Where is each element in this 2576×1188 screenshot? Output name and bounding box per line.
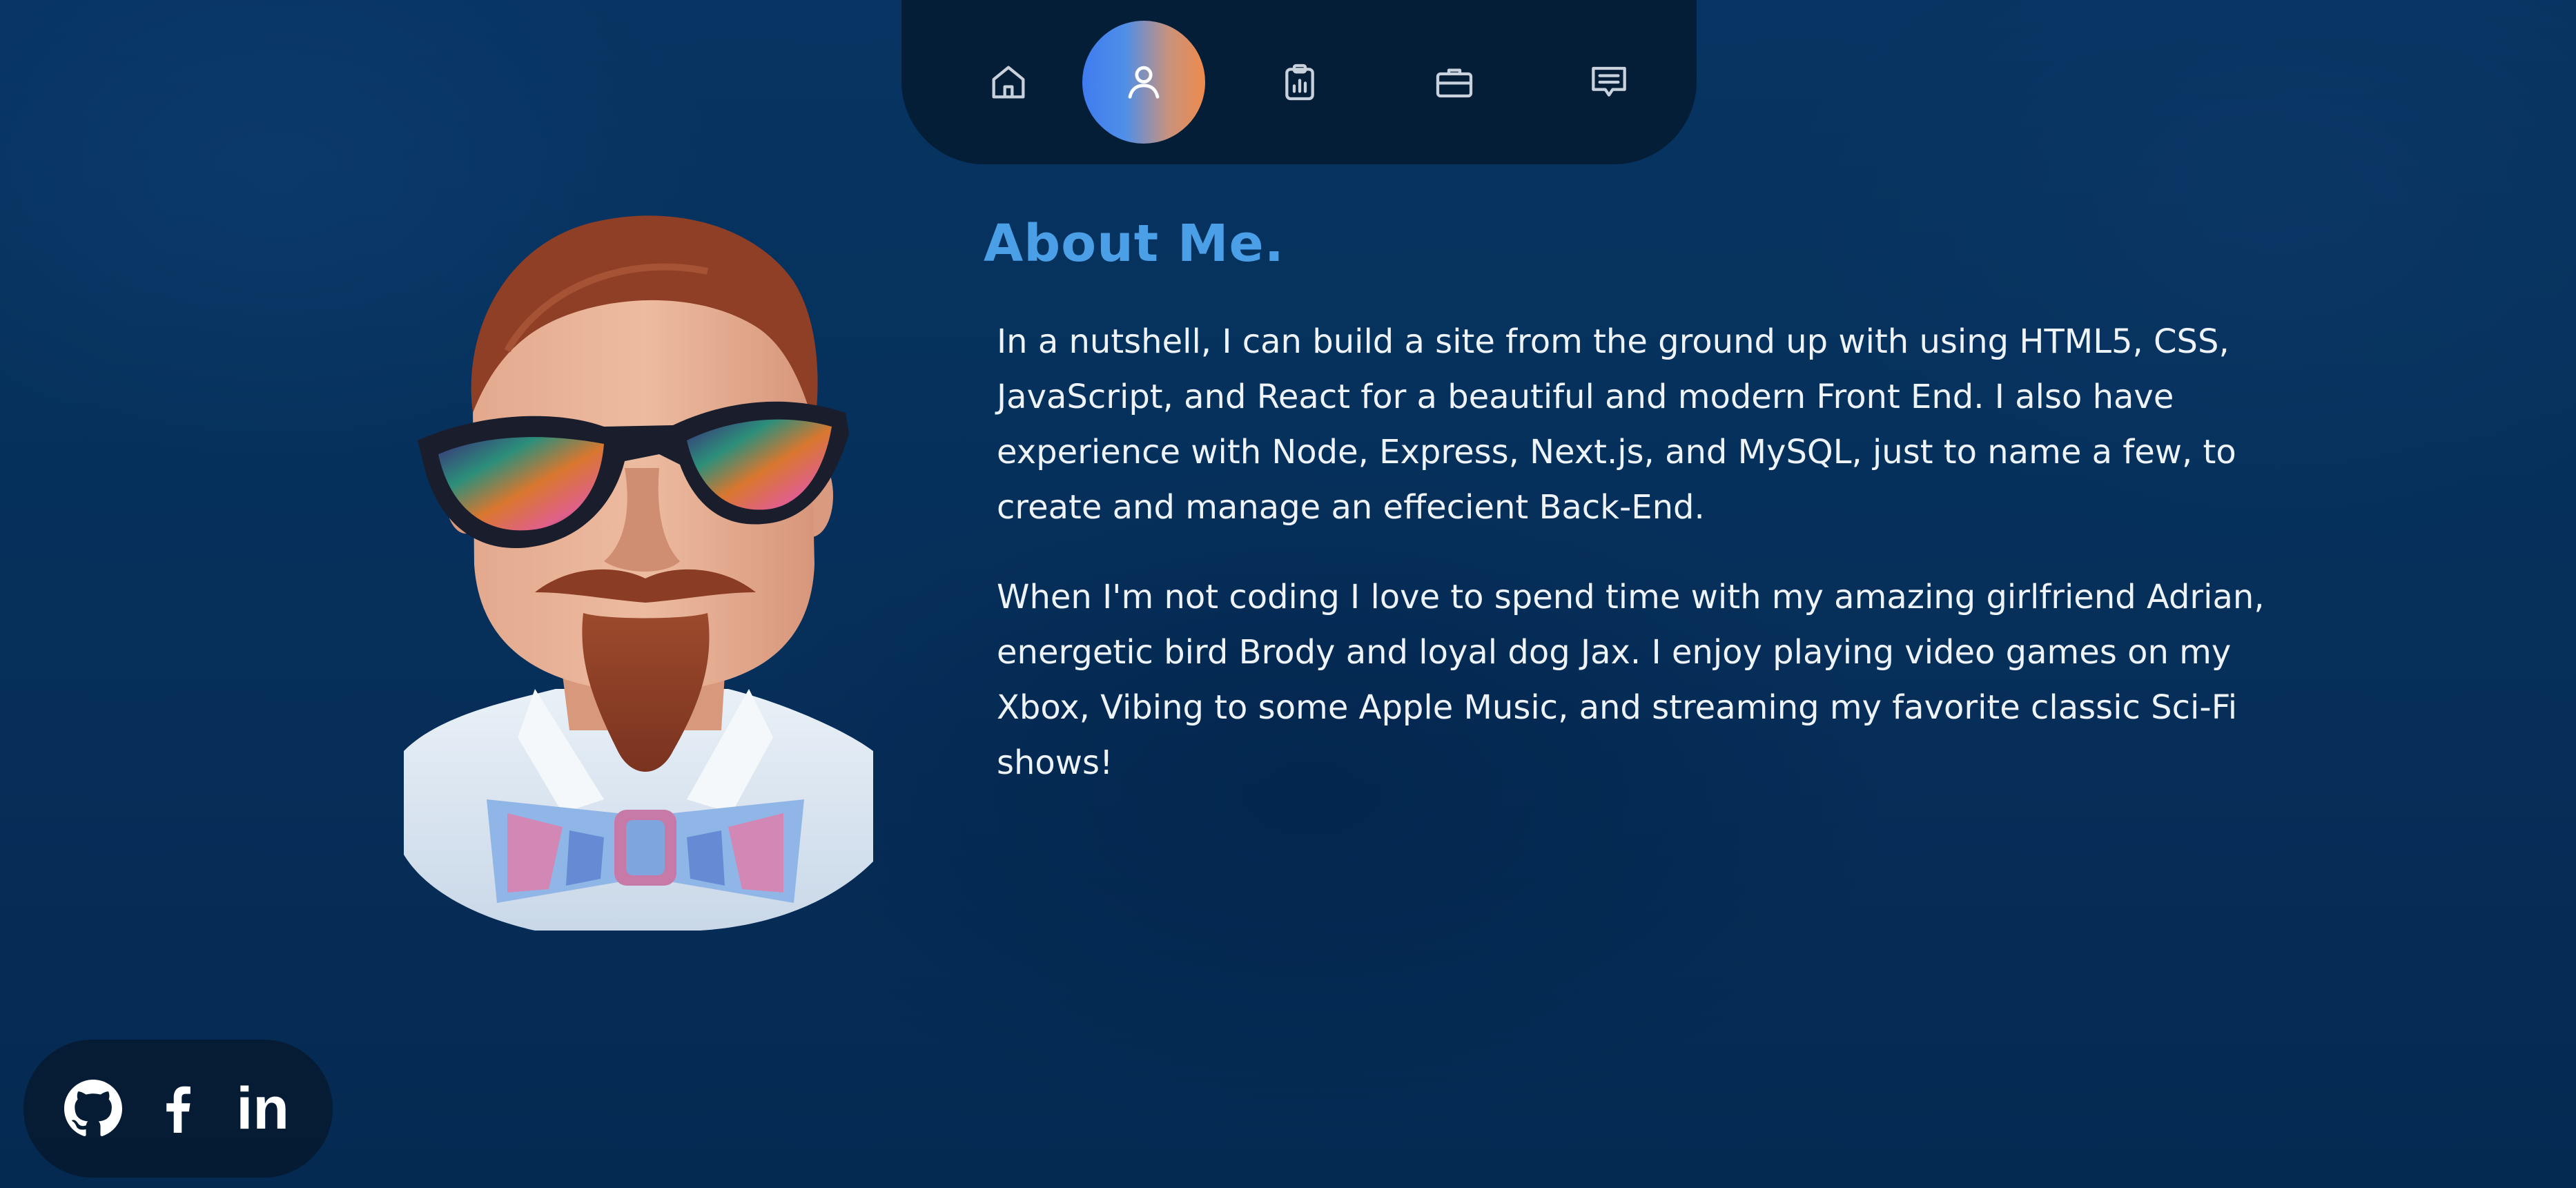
about-body: In a nutshell, I can build a site from t… bbox=[997, 314, 2308, 825]
nav-home-button[interactable] bbox=[947, 21, 1070, 144]
nav-portfolio-button[interactable] bbox=[1393, 21, 1516, 144]
briefcase-icon bbox=[1436, 68, 1473, 98]
user-icon bbox=[1128, 66, 1160, 99]
chat-icon bbox=[1592, 66, 1626, 97]
linkedin-link[interactable]: in bbox=[231, 1077, 295, 1140]
linkedin-icon: in bbox=[236, 1075, 289, 1142]
nav-resume-button[interactable] bbox=[1238, 21, 1361, 144]
social-links-bar: in bbox=[23, 1040, 333, 1178]
clipboard-chart-icon bbox=[1285, 64, 1314, 101]
profile-photo bbox=[404, 215, 873, 931]
about-paragraph-2: When I'm not coding I love to spend time… bbox=[997, 578, 2265, 782]
nav-about-button[interactable] bbox=[1082, 21, 1205, 144]
github-icon bbox=[64, 1080, 123, 1136]
nav-contact-button[interactable] bbox=[1548, 21, 1670, 144]
about-title: About Me. bbox=[984, 214, 1285, 273]
github-link[interactable] bbox=[61, 1077, 125, 1140]
home-icon bbox=[992, 66, 1025, 99]
facebook-link[interactable] bbox=[146, 1077, 210, 1140]
about-paragraph-1: In a nutshell, I can build a site from t… bbox=[997, 322, 2236, 527]
facebook-icon bbox=[166, 1086, 191, 1133]
top-nav bbox=[901, 0, 1697, 164]
